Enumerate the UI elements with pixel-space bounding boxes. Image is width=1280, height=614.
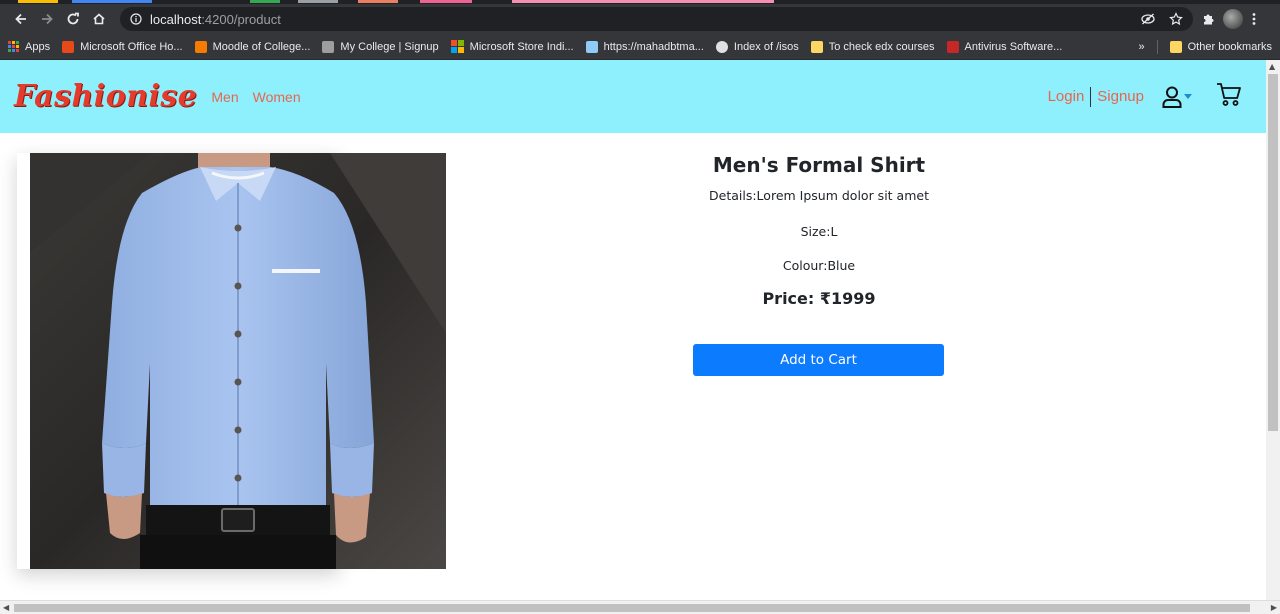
bookmark-edx[interactable]: To check edx courses: [810, 40, 935, 53]
vertical-scroll-thumb[interactable]: [1268, 74, 1278, 431]
bookmark-msstore[interactable]: Microsoft Store Indi...: [450, 40, 574, 53]
profile-avatar[interactable]: [1223, 9, 1243, 29]
bookmark-moodle[interactable]: Moodle of College...: [194, 40, 311, 53]
document-icon: [585, 40, 598, 53]
back-icon[interactable]: [8, 6, 34, 32]
bookmark-mahadbt[interactable]: https://mahadbtma...: [585, 40, 704, 53]
bookmark-label: My College | Signup: [340, 40, 439, 53]
browser-tab-strip: [0, 0, 1280, 4]
product-title: Men's Formal Shirt: [712, 153, 926, 177]
url-host: localhost: [150, 11, 202, 27]
forward-icon[interactable]: [34, 6, 60, 32]
home-icon[interactable]: [86, 6, 112, 32]
college-icon: [322, 40, 335, 53]
antivirus-icon: [946, 40, 959, 53]
browser-toolbar: localhost:4200/product: [0, 4, 1280, 34]
product-content: Men's Formal Shirt Details:Lorem Ipsum d…: [0, 133, 1266, 600]
bookmark-label: Index of /isos: [733, 40, 799, 53]
bookmark-isos[interactable]: Index of /isos: [715, 40, 799, 53]
nav-link-men[interactable]: Men: [211, 89, 238, 105]
address-bar[interactable]: localhost:4200/product: [120, 7, 1193, 31]
reload-icon[interactable]: [60, 6, 86, 32]
globe-icon: [715, 40, 728, 53]
page-viewport: Fashionise Men Women Login Signup Men's …: [0, 60, 1266, 600]
bookmark-label: Apps: [25, 40, 51, 53]
folder-icon: [1169, 40, 1182, 53]
bookmark-label: Other bookmarks: [1187, 40, 1272, 53]
auth-divider: [1090, 86, 1092, 107]
nav-link-women[interactable]: Women: [253, 89, 301, 105]
chevron-down-icon: [1184, 93, 1192, 99]
navbar-right: Login Signup: [1048, 82, 1252, 112]
product-image: [30, 153, 446, 569]
user-menu-toggle[interactable]: [1162, 86, 1192, 108]
bookmark-label: Antivirus Software...: [964, 40, 1063, 53]
apps-grid-icon: [8, 41, 19, 52]
office-icon: [62, 40, 75, 53]
bookmark-label: https://mahadbtma...: [603, 40, 704, 53]
horizontal-scrollbar[interactable]: ◀ ▶: [0, 600, 1280, 614]
bookmarks-bar: Apps Microsoft Office Ho... Moodle of Co…: [0, 34, 1280, 60]
login-link[interactable]: Login: [1048, 88, 1085, 105]
bookmark-apps[interactable]: Apps: [8, 41, 50, 53]
star-icon[interactable]: [1169, 12, 1183, 26]
site-navbar: Fashionise Men Women Login Signup: [0, 60, 1266, 133]
scroll-left-icon[interactable]: ◀: [3, 603, 9, 612]
brand-logo[interactable]: Fashionise: [14, 79, 197, 114]
product-price: Price: ₹1999: [762, 289, 876, 308]
microsoft-icon: [450, 40, 464, 53]
bookmark-label: Moodle of College...: [212, 40, 311, 53]
product-size: Size:L: [800, 224, 838, 239]
user-icon: [1162, 86, 1182, 108]
folder-icon: [810, 40, 823, 53]
horizontal-scroll-thumb[interactable]: [14, 604, 1250, 612]
bookmark-antivirus[interactable]: Antivirus Software...: [946, 40, 1063, 53]
eye-off-icon[interactable]: [1141, 13, 1155, 25]
vertical-scrollbar[interactable]: ▲: [1266, 60, 1280, 600]
bookmark-label: Microsoft Store Indi...: [469, 40, 574, 53]
product-description: Details:Lorem Ipsum dolor sit amet: [709, 188, 929, 203]
product-details: Men's Formal Shirt Details:Lorem Ipsum d…: [619, 153, 1019, 376]
scroll-up-icon[interactable]: ▲: [1269, 62, 1275, 71]
product-colour: Colour:Blue: [782, 258, 856, 273]
add-to-cart-button[interactable]: Add to Cart: [693, 344, 944, 376]
bookmarks-divider: [1156, 39, 1158, 54]
other-bookmarks[interactable]: Other bookmarks: [1169, 40, 1272, 53]
cart-icon: [1217, 82, 1241, 106]
bookmark-label: Microsoft Office Ho...: [80, 40, 183, 53]
moodle-icon: [194, 40, 207, 53]
bookmark-college[interactable]: My College | Signup: [322, 40, 439, 53]
bookmark-label: To check edx courses: [828, 40, 935, 53]
info-icon[interactable]: [130, 13, 142, 25]
extensions-icon[interactable]: [1201, 12, 1215, 26]
cart-button[interactable]: [1216, 82, 1242, 112]
bookmark-office[interactable]: Microsoft Office Ho...: [62, 40, 183, 53]
signup-link[interactable]: Signup: [1097, 88, 1144, 105]
scroll-right-icon[interactable]: ▶: [1271, 603, 1277, 612]
more-bookmarks-button[interactable]: »: [1139, 41, 1145, 53]
more-menu-icon[interactable]: [1251, 12, 1257, 26]
url-path: :4200/product: [201, 11, 281, 27]
